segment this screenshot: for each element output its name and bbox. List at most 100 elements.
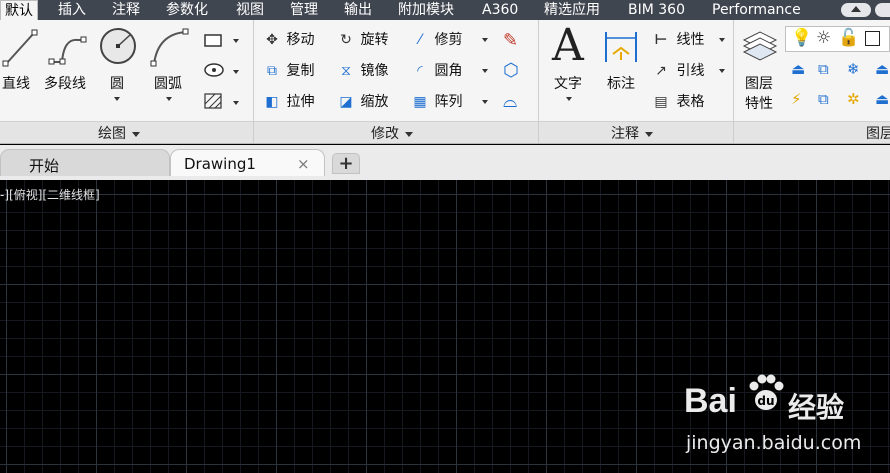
leader-button[interactable]: ↗ 引线 xyxy=(650,61,725,81)
table-button-label: 表格 xyxy=(676,94,705,110)
ribbon-minimize-button[interactable] xyxy=(841,3,871,17)
tab-insert[interactable]: 插入 xyxy=(58,0,86,20)
circle-dropdown-icon xyxy=(114,97,120,101)
trim-icon: ⁄ xyxy=(418,32,422,48)
layer-match-icon[interactable]: ⧉ xyxy=(818,90,829,108)
scale-button[interactable]: ◪ 缩放 xyxy=(336,92,388,112)
text-button-label: 文字 xyxy=(554,76,582,92)
tab-default[interactable]: 默认 xyxy=(0,0,38,20)
ellipse-dropdown-icon xyxy=(233,70,239,74)
layer-off-icon[interactable]: ⏏ xyxy=(791,60,805,78)
table-icon: ▤ xyxy=(654,94,668,110)
watermark-url: jingyan.baidu.com xyxy=(686,432,862,454)
panel-divider xyxy=(253,20,254,143)
arc-button-label: 圆弧 xyxy=(154,76,182,92)
tab-output[interactable]: 输出 xyxy=(344,0,372,20)
polyline-icon xyxy=(48,36,87,65)
panel-divider xyxy=(733,20,734,143)
ribbon-panel-area: 绘图 修改 注释 图层 直线 多段线 圆 圆弧 ✥ 移动 ⧉ 复制 ◧ 拉伸 ↻… xyxy=(0,20,890,144)
tab-view[interactable]: 视图 xyxy=(236,0,264,20)
linear-dimension-button[interactable]: ⊢ 线性 xyxy=(650,30,725,50)
layer-make-current-icon[interactable]: ⚡ xyxy=(791,90,802,108)
tab-performance[interactable]: Performance xyxy=(712,0,801,20)
leader-icon: ↗ xyxy=(655,63,667,79)
rectangle-icon xyxy=(204,34,222,47)
rotate-button[interactable]: ↻ 旋转 xyxy=(336,30,388,50)
watermark-brand-a: Bai xyxy=(684,382,737,420)
move-button[interactable]: ✥ 移动 xyxy=(262,30,314,50)
tab-bim360[interactable]: BIM 360 xyxy=(628,0,685,20)
mirror-button[interactable]: ⧖ 镜像 xyxy=(336,61,388,81)
ribbon-tab-bar: 默认 插入 注释 参数化 视图 管理 输出 附加模块 A360 精选应用 BIM… xyxy=(0,0,890,20)
fillet-button[interactable]: ◜ 圆角 xyxy=(410,61,488,81)
table-button[interactable]: ▤ 表格 xyxy=(650,92,704,112)
mirror-button-label: 镜像 xyxy=(360,63,389,79)
close-icon[interactable]: × xyxy=(297,155,310,173)
dimension-icon xyxy=(605,32,637,62)
panel-divider xyxy=(538,20,539,143)
stretch-button-label: 拉伸 xyxy=(286,94,315,110)
paw-icon: du xyxy=(749,374,784,410)
baidu-jingyan-watermark: Bai du 经验 jingyan.baidu.com xyxy=(600,360,890,473)
tab-manage[interactable]: 管理 xyxy=(290,0,318,20)
tab-drawing1[interactable]: Drawing1 × xyxy=(170,149,325,176)
tab-parametric[interactable]: 参数化 xyxy=(166,0,208,20)
text-dropdown-icon xyxy=(566,97,572,101)
tab-a360[interactable]: A360 xyxy=(482,0,518,20)
array-button[interactable]: ▦ 阵列 xyxy=(410,92,488,112)
circle-icon xyxy=(100,28,136,64)
copy-button[interactable]: ⧉ 复制 xyxy=(262,61,314,81)
copy-icon: ⧉ xyxy=(267,63,277,79)
layers-panel-title[interactable]: 图层 xyxy=(866,123,890,143)
linear-dimension-icon: ⊢ xyxy=(654,32,668,48)
ellipse-icon xyxy=(204,63,224,77)
modify-panel-title[interactable]: 修改 xyxy=(371,123,413,143)
trim-dropdown-icon xyxy=(482,38,488,42)
ribbon-options-button[interactable] xyxy=(875,3,890,17)
tab-annotate[interactable]: 注释 xyxy=(112,0,140,20)
draw-panel-title[interactable]: 绘图 xyxy=(98,123,140,143)
layer-freeze-icon[interactable]: ❄ xyxy=(847,60,860,78)
layer-previous-icon[interactable]: ✲ xyxy=(847,90,860,108)
tab-featured-apps[interactable]: 精选应用 xyxy=(544,0,600,20)
layer-color-swatch xyxy=(865,31,880,46)
new-tab-button[interactable]: + xyxy=(332,153,360,174)
unlock-icon: 🔓 xyxy=(838,28,860,48)
rectangle-dropdown-icon xyxy=(233,39,239,43)
mirror-icon: ⧖ xyxy=(341,63,351,79)
trim-button[interactable]: ⁄ 修剪 xyxy=(410,30,488,50)
layer-properties-label-2: 特性 xyxy=(745,96,773,112)
stretch-button[interactable]: ◧ 拉伸 xyxy=(262,92,314,112)
array-button-label: 阵列 xyxy=(434,94,463,110)
leader-button-label: 引线 xyxy=(676,63,705,79)
text-icon: A xyxy=(552,20,584,71)
watermark-brand-b: 经验 xyxy=(788,391,845,424)
tab-start[interactable]: 开始 xyxy=(0,149,170,176)
layer-lock-icon[interactable]: ⏏ xyxy=(875,60,889,78)
fillet-button-label: 圆角 xyxy=(434,63,463,79)
trim-button-label: 修剪 xyxy=(434,32,463,48)
stretch-icon: ◧ xyxy=(265,94,279,110)
array-dropdown-icon xyxy=(482,100,488,104)
layer-properties-icon xyxy=(742,31,778,61)
line-button-label: 直线 xyxy=(2,76,30,92)
hatch-dropdown-icon xyxy=(233,101,239,105)
explode-icon: ⬡ xyxy=(503,60,519,81)
tab-addins[interactable]: 附加模块 xyxy=(398,0,454,20)
hatch-icon xyxy=(204,93,222,109)
tab-start-label: 开始 xyxy=(29,157,60,175)
offset-icon: ⌓ xyxy=(503,91,518,112)
leader-dropdown-icon xyxy=(719,69,725,73)
layer-properties-label-1: 图层 xyxy=(745,76,773,92)
annotation-panel-title[interactable]: 注释 xyxy=(611,123,653,143)
viewport-controls[interactable]: -][俯视][二维线框] xyxy=(0,186,100,203)
layer-isolate-icon[interactable]: ⧉ xyxy=(818,60,829,78)
polyline-button-label: 多段线 xyxy=(44,76,86,92)
scale-button-label: 缩放 xyxy=(360,94,389,110)
scale-icon: ◪ xyxy=(339,94,353,110)
layer-unisolate-icon[interactable]: ⏏ xyxy=(875,90,889,108)
arc-icon xyxy=(150,28,189,67)
arc-dropdown-icon xyxy=(166,97,172,101)
fillet-icon: ◜ xyxy=(417,63,423,79)
svg-text:du: du xyxy=(757,394,774,408)
